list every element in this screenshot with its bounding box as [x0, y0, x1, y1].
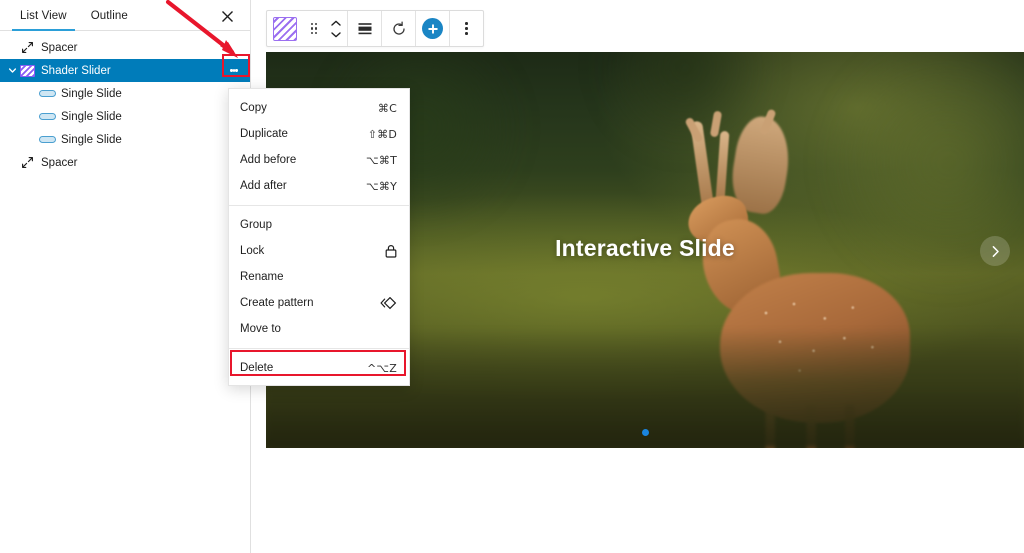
list-item-single-slide[interactable]: Single Slide — [0, 105, 250, 128]
resize-diagonal-icon — [18, 155, 36, 171]
list-item-single-slide[interactable]: Single Slide — [0, 128, 250, 151]
plus-icon — [422, 18, 443, 39]
menu-item-group[interactable]: Group — [229, 212, 409, 238]
menu-item-label: Delete — [240, 362, 274, 374]
block-list: Spacer Shader Slider Single Slide Single… — [0, 31, 250, 174]
list-item-label: Single Slide — [61, 133, 122, 146]
close-icon[interactable] — [218, 7, 236, 25]
menu-separator — [229, 205, 409, 206]
chevron-right-icon — [992, 245, 999, 257]
lock-icon — [385, 244, 397, 258]
shader-slider-icon — [18, 63, 36, 79]
chevron-down-icon — [331, 31, 341, 37]
list-item-label: Shader Slider — [41, 64, 111, 77]
menu-item-lock[interactable]: Lock — [229, 238, 409, 264]
block-type-button[interactable] — [267, 11, 303, 46]
menu-item-add-after[interactable]: Add after ⌥⌘Y — [229, 173, 409, 199]
drag-handle[interactable] — [303, 22, 325, 35]
tab-outline[interactable]: Outline — [79, 10, 140, 30]
add-button[interactable] — [416, 11, 449, 46]
menu-item-shortcut: ⌘C — [377, 101, 397, 115]
list-item-label: Single Slide — [61, 110, 122, 123]
toolbar-more-options-button[interactable] — [450, 11, 483, 46]
menu-item-delete[interactable]: Delete ^⌥Z — [229, 355, 409, 381]
tab-list-view-label: List View — [20, 10, 67, 22]
slide-pagination — [266, 429, 1024, 436]
menu-item-label: Copy — [240, 102, 267, 114]
app-root: List View Outline Spacer Shader Slider S… — [0, 0, 1024, 553]
menu-item-label: Add after — [240, 180, 287, 192]
shader-slider-block-icon — [273, 16, 297, 41]
menu-item-shortcut: ⌥⌘T — [366, 153, 397, 167]
menu-item-move-to[interactable]: Move to — [229, 316, 409, 342]
menu-item-label: Rename — [240, 271, 284, 283]
single-slide-icon — [38, 109, 56, 125]
menu-item-label: Lock — [240, 245, 265, 257]
menu-item-label: Group — [240, 219, 272, 231]
menu-item-label: Move to — [240, 323, 281, 335]
list-item-label: Spacer — [41, 41, 78, 54]
single-slide-icon — [38, 86, 56, 102]
list-view-sidebar: List View Outline Spacer Shader Slider S… — [0, 0, 251, 553]
menu-item-add-before[interactable]: Add before ⌥⌘T — [229, 147, 409, 173]
list-item-label: Single Slide — [61, 87, 122, 100]
tab-outline-label: Outline — [90, 10, 128, 22]
menu-item-shortcut: ⌥⌘Y — [366, 179, 397, 193]
single-slide-icon — [38, 132, 56, 148]
block-options-kebab-button[interactable] — [224, 61, 244, 81]
pagination-dot-active[interactable] — [641, 429, 649, 436]
menu-item-label: Add before — [240, 154, 297, 166]
refresh-button[interactable] — [382, 11, 415, 46]
pattern-icon — [380, 296, 397, 310]
list-item-single-slide[interactable]: Single Slide — [0, 82, 250, 105]
tab-list-view[interactable]: List View — [8, 10, 79, 31]
chevron-down-icon[interactable] — [6, 65, 18, 77]
block-context-menu: Copy ⌘C Duplicate ⇧⌘D Add before ⌥⌘T Add… — [228, 88, 410, 386]
menu-item-label: Create pattern — [240, 297, 314, 309]
menu-item-shortcut: ^⌥Z — [366, 361, 397, 375]
menu-item-shortcut: ⇧⌘D — [367, 127, 397, 141]
resize-diagonal-icon — [18, 40, 36, 56]
menu-item-copy[interactable]: Copy ⌘C — [229, 95, 409, 121]
align-button[interactable] — [348, 11, 381, 46]
chevron-up-icon — [331, 20, 341, 26]
menu-separator — [229, 348, 409, 349]
menu-item-duplicate[interactable]: Duplicate ⇧⌘D — [229, 121, 409, 147]
refresh-icon — [392, 21, 405, 35]
kebab-icon — [465, 21, 468, 36]
list-item-shader-slider[interactable]: Shader Slider — [0, 59, 250, 82]
list-item-spacer-top[interactable]: Spacer — [0, 36, 250, 59]
align-icon — [358, 22, 371, 34]
move-up-down-buttons[interactable] — [325, 19, 347, 39]
menu-item-create-pattern[interactable]: Create pattern — [229, 290, 409, 316]
next-slide-button[interactable] — [980, 236, 1010, 266]
block-toolbar — [266, 10, 484, 47]
menu-item-label: Duplicate — [240, 128, 288, 140]
list-item-label: Spacer — [41, 156, 78, 169]
list-item-spacer-bottom[interactable]: Spacer — [0, 151, 250, 174]
menu-item-rename[interactable]: Rename — [229, 264, 409, 290]
sidebar-tab-bar: List View Outline — [0, 0, 250, 31]
